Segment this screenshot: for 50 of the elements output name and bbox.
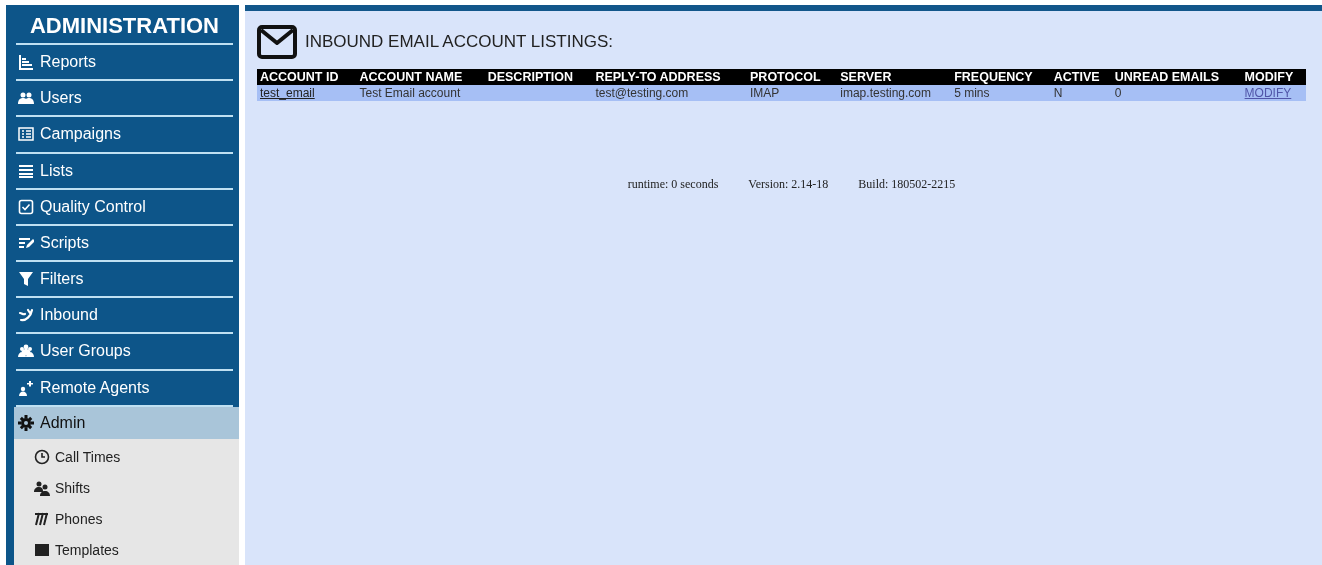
sidebar-item[interactable]: Filters: [16, 262, 233, 299]
bar-chart-icon: [18, 54, 34, 71]
submenu-item[interactable]: Templates: [14, 534, 239, 565]
coil-icon: [34, 510, 50, 527]
envelope-icon: [257, 25, 297, 59]
people-icon: [34, 479, 50, 496]
column-header: ACCOUNT NAME: [356, 69, 485, 85]
version-text: Version: 2.14-18: [748, 177, 829, 192]
column-header: MODIFY: [1241, 69, 1306, 85]
sidebar-item[interactable]: Reports: [16, 45, 233, 82]
column-header: PROTOCOL: [747, 69, 838, 85]
phone-icon: [18, 307, 34, 324]
funnel-icon: [18, 271, 34, 288]
column-header: ACTIVE: [1050, 69, 1112, 85]
column-header: REPLY-TO ADDRESS: [592, 69, 748, 85]
table-cell: Test Email account: [356, 85, 485, 101]
table-cell: test@testing.com: [592, 85, 748, 101]
users-icon: [18, 90, 34, 107]
page-title: INBOUND EMAIL ACCOUNT LISTINGS:: [305, 32, 613, 52]
gear-icon: [18, 414, 34, 431]
submenu-item[interactable]: Call Times: [14, 441, 239, 472]
sidebar-item[interactable]: Scripts: [16, 225, 233, 263]
runtime-text: runtime: 0 seconds: [627, 177, 719, 192]
person-plus-icon: [18, 379, 34, 396]
table-cell: N: [1050, 85, 1112, 101]
sidebar-item[interactable]: Quality Control: [16, 189, 233, 226]
column-header: FREQUENCY: [951, 69, 1051, 85]
sidebar-item[interactable]: Campaigns: [16, 117, 233, 154]
column-header: DESCRIPTION: [484, 69, 593, 85]
list-icon: [18, 162, 34, 179]
list-box-icon: [18, 126, 34, 143]
column-header: ACCOUNT ID: [257, 69, 357, 85]
submenu-item[interactable]: Phones: [14, 503, 239, 534]
clock-icon: [34, 448, 50, 465]
table-cell: 0: [1111, 85, 1242, 101]
build-text: Build: 180502-2215: [858, 177, 956, 192]
sidebar-title: ADMINISTRATION: [16, 13, 233, 45]
sidebar-item[interactable]: Users: [16, 81, 233, 118]
column-header: UNREAD EMAILS: [1111, 69, 1242, 85]
sidebar-item[interactable]: Lists: [16, 153, 233, 190]
users-icon: [18, 343, 34, 360]
sidebar-item[interactable]: Inbound: [16, 298, 233, 335]
sidebar-item[interactable]: Admin: [14, 406, 239, 439]
table-cell: IMAP: [747, 85, 838, 101]
sidebar-item[interactable]: User Groups: [16, 334, 233, 371]
table-cell: imap.testing.com: [837, 85, 952, 101]
table-cell: 5 mins: [951, 85, 1051, 101]
submenu-item[interactable]: Shifts: [14, 472, 239, 503]
column-header: SERVER: [837, 69, 952, 85]
checkbox-icon: [18, 198, 34, 215]
